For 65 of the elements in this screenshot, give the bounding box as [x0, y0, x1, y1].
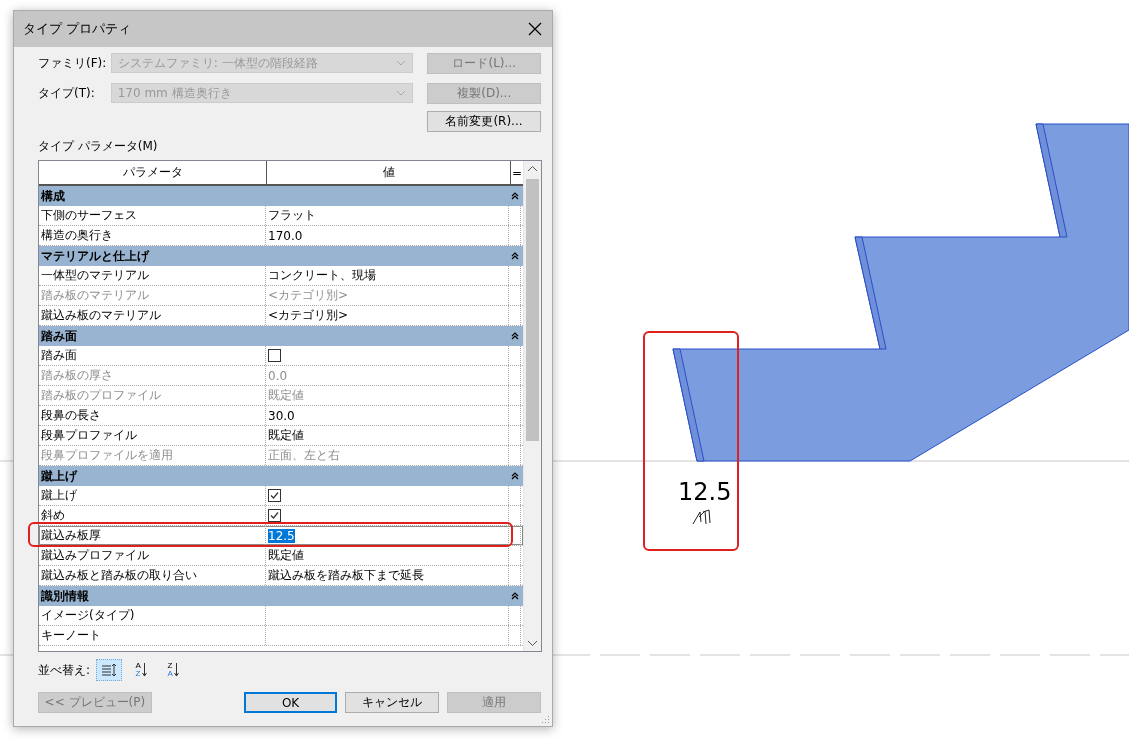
group-header[interactable]: 識別情報: [39, 586, 523, 606]
sort-button[interactable]: Z A: [160, 659, 187, 681]
dimension-label: 12.5: [678, 478, 732, 506]
table-cell: 既定値: [266, 546, 509, 565]
parameter-name: 蹴込みプロファイル: [39, 546, 266, 565]
collapse-icon[interactable]: [511, 592, 519, 600]
table-cell: 既定値: [266, 426, 509, 445]
table-cell: 170.0: [266, 226, 509, 245]
parameter-name: 踏み板の厚さ: [39, 366, 266, 385]
parameter-name: 蹴込み板と踏み板の取り合い: [39, 566, 266, 585]
table-cell: 蹴込み板を踏み板下まで延長: [266, 566, 509, 585]
table-cell: <カテゴリ別>: [266, 286, 509, 305]
parameter-name: 斜め: [39, 506, 266, 525]
sort-letters: A Z: [135, 662, 141, 678]
table-cell: 既定値: [266, 386, 509, 405]
parameter-name: キーノート: [39, 626, 266, 645]
section-label: タイプ パラメータ(M): [38, 138, 159, 155]
dialog-button[interactable]: キャンセル: [345, 692, 440, 713]
sort-label: 並べ替え:: [38, 661, 91, 679]
group-header[interactable]: マテリアルと仕上げ: [39, 246, 523, 266]
collapse-icon[interactable]: [511, 472, 519, 480]
group-header[interactable]: 踏み面: [39, 326, 523, 346]
sort-button[interactable]: [96, 659, 123, 681]
collapse-icon[interactable]: [511, 192, 519, 200]
field-label: タイプ(T):: [38, 84, 96, 102]
dialog-button[interactable]: OK: [243, 692, 338, 713]
parameter-name: 踏み板のマテリアル: [39, 286, 266, 305]
parameter-name: 一体型のマテリアル: [39, 266, 266, 285]
parameter-name: 蹴込み板厚: [39, 526, 266, 545]
parameter-name: 下側のサーフェス: [39, 206, 266, 225]
scrollbar[interactable]: [523, 161, 541, 651]
close-icon[interactable]: [528, 22, 542, 36]
rename-button[interactable]: 名前変更(R)...: [427, 111, 541, 132]
group-header[interactable]: 蹴上げ: [39, 466, 523, 486]
down-arrow-icon: [141, 662, 147, 678]
sort-button[interactable]: A Z: [128, 659, 155, 681]
group-header[interactable]: 構成: [39, 186, 523, 206]
checkbox[interactable]: [268, 489, 281, 502]
parameter-name: 段鼻プロファイルを適用: [39, 446, 266, 465]
table-cell: フラット: [266, 206, 509, 225]
down-arrow-icon: [173, 662, 179, 678]
table-cell: 30.0: [266, 406, 509, 425]
value-input[interactable]: 12.5: [266, 526, 509, 545]
checkbox[interactable]: [268, 349, 281, 362]
categorize-icon: [100, 662, 119, 678]
parameter-name: 構造の奥行き: [39, 226, 266, 245]
table-cell: 正面、左と右: [266, 446, 509, 465]
parameter-name: 踏み面: [39, 346, 266, 365]
parameter-name: 段鼻の長さ: [39, 406, 266, 425]
field-label: ファミリ(F):: [38, 54, 108, 72]
checkbox[interactable]: [268, 509, 281, 522]
table-cell: コンクリート、現場: [266, 266, 509, 285]
parameter-name: イメージ(タイプ): [39, 606, 266, 625]
parameter-name: 踏み板のプロファイル: [39, 386, 266, 405]
sort-letters: Z A: [167, 662, 173, 678]
parameter-name: 蹴込み板のマテリアル: [39, 306, 266, 325]
parameter-name: 段鼻プロファイル: [39, 426, 266, 445]
resize-grip-icon[interactable]: [540, 714, 550, 724]
handwritten-mark-icon: [691, 508, 713, 526]
collapse-icon[interactable]: [511, 332, 519, 340]
collapse-icon[interactable]: [511, 252, 519, 260]
table-cell: <カテゴリ別>: [266, 306, 509, 325]
table-cell: 0.0: [266, 366, 509, 385]
window-title: タイプ プロパティ: [23, 20, 132, 38]
parameter-name: 蹴上げ: [39, 486, 266, 505]
